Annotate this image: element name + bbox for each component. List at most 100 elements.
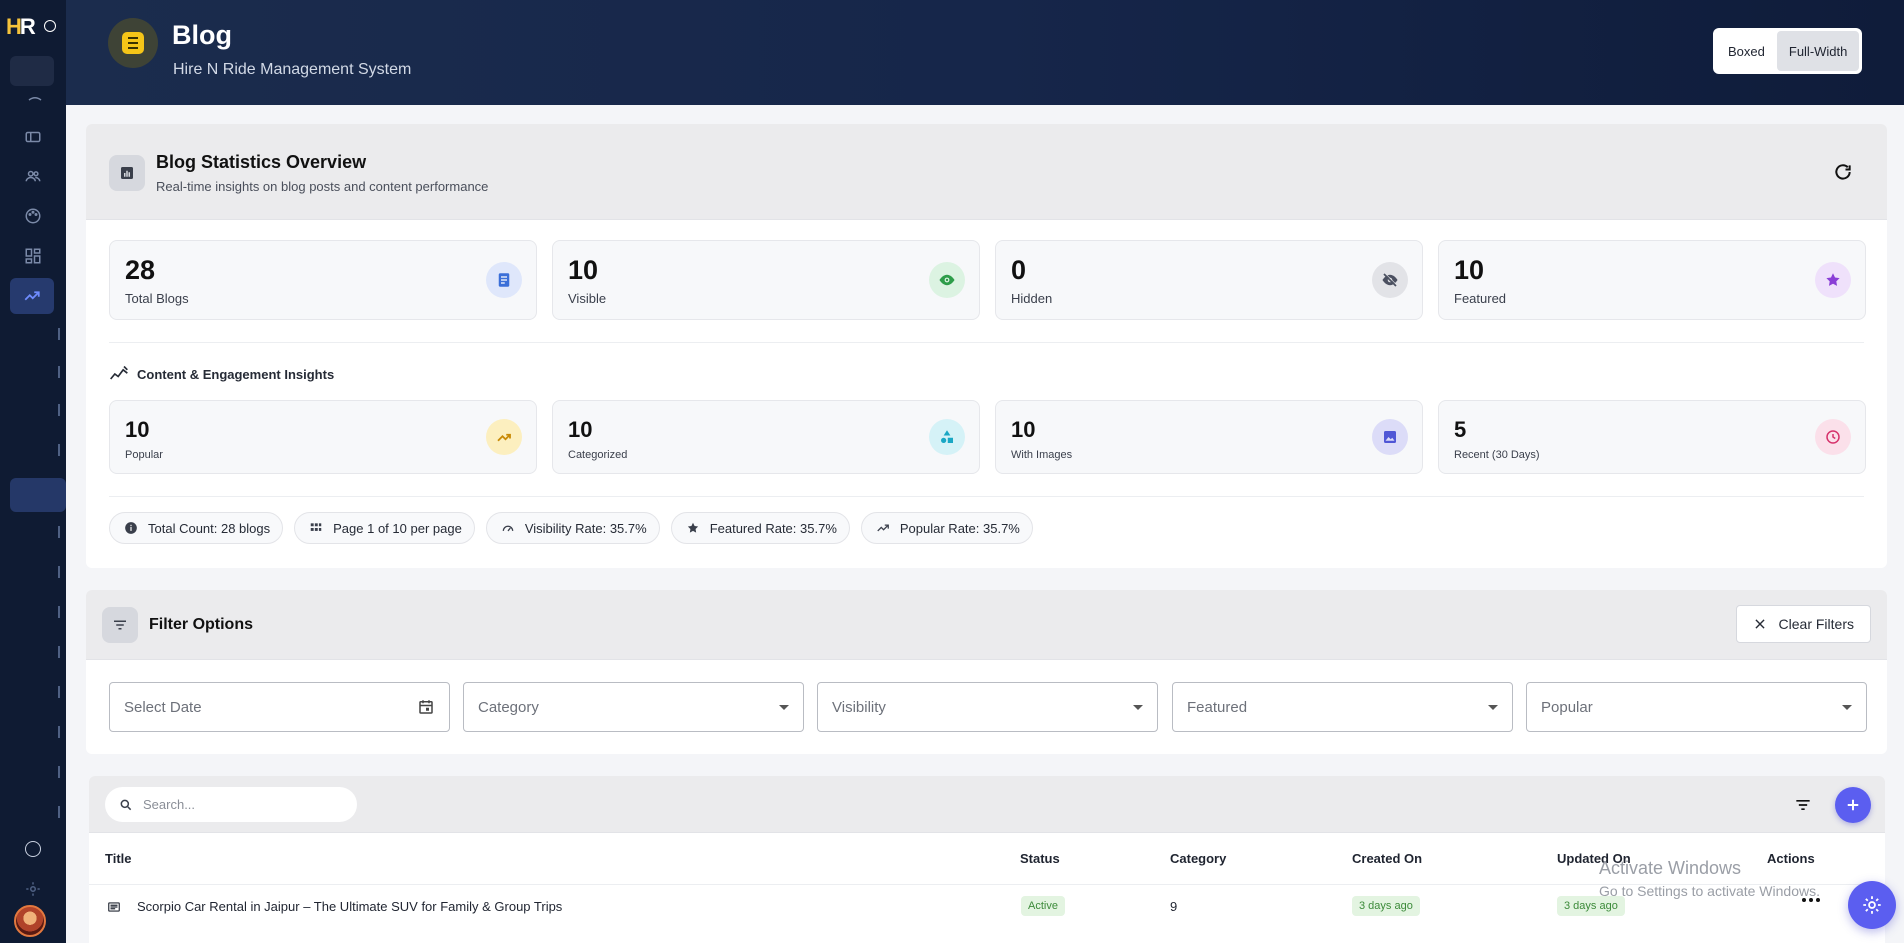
stats-subtitle: Real-time insights on blog posts and con…	[156, 179, 489, 194]
metric-categorized: 10 Categorized	[552, 400, 980, 474]
metric-value: 28	[125, 255, 156, 285]
popular-select[interactable]: Popular	[1526, 682, 1867, 732]
layout-full-width-button[interactable]: Full-Width	[1776, 31, 1860, 71]
chip-label: Popular Rate: 35.7%	[899, 520, 1020, 536]
column-header-category[interactable]: Category	[1170, 851, 1226, 866]
column-header-created-on[interactable]: Created On	[1352, 851, 1422, 866]
section-divider	[109, 496, 1864, 497]
info-icon	[125, 522, 137, 534]
refresh-icon[interactable]	[1833, 162, 1853, 182]
sidebar-subitem-marker	[58, 328, 66, 340]
chevron-down-icon	[1133, 704, 1143, 710]
layout-toggle: Boxed Full-Width	[1713, 28, 1863, 74]
insights-heading: Content & Engagement Insights	[109, 364, 334, 384]
date-placeholder: Select Date	[124, 698, 202, 716]
chip-visibility-rate: Visibility Rate: 35.7%	[485, 512, 660, 544]
status-badge: Active	[1021, 896, 1065, 916]
bike-icon[interactable]	[24, 92, 46, 114]
blog-header-icon	[108, 18, 158, 68]
clear-filters-button[interactable]: Clear Filters	[1735, 605, 1871, 643]
document-icon	[486, 262, 522, 298]
column-header-title[interactable]: Title	[105, 851, 132, 866]
chip-label: Total Count: 28 blogs	[148, 520, 271, 536]
featured-select[interactable]: Featured	[1172, 682, 1513, 732]
settings-dot-icon[interactable]	[25, 841, 41, 857]
watermark-line-2: Go to Settings to activate Windows.	[1599, 883, 1820, 899]
category-select[interactable]: Category	[463, 682, 804, 732]
metric-label: Hidden	[1011, 291, 1053, 306]
featured-placeholder: Featured	[1187, 698, 1248, 716]
palette-icon[interactable]	[22, 205, 44, 227]
metric-recent: 5 Recent (30 Days)	[1438, 400, 1866, 474]
dashboard-icon[interactable]	[22, 245, 44, 267]
metric-total-blogs: 28 Total Blogs	[109, 240, 537, 320]
table-toolbar	[89, 776, 1885, 833]
chip-featured-rate: Featured Rate: 35.7%	[670, 512, 850, 544]
row-category: 9	[1170, 899, 1178, 914]
visibility-placeholder: Visibility	[832, 698, 886, 716]
sidebar-item-blog[interactable]	[10, 478, 66, 512]
visibility-select[interactable]: Visibility	[817, 682, 1158, 732]
clear-filters-label: Clear Filters	[1778, 616, 1854, 632]
trending-up-icon	[486, 419, 522, 455]
trend-line-icon	[110, 365, 128, 380]
sidebar-subitem-marker	[58, 526, 66, 538]
gear-icon[interactable]	[22, 878, 44, 900]
sidebar-subitem-marker	[58, 566, 66, 578]
activate-windows-watermark: Activate Windows Go to Settings to activ…	[1599, 858, 1820, 899]
sidebar-collapse-toggle[interactable]	[44, 20, 56, 32]
image-icon	[1372, 419, 1408, 455]
logo-letter-h: H	[6, 14, 22, 39]
calendar-icon[interactable]	[417, 698, 435, 716]
app-logo[interactable]: HR	[6, 14, 36, 40]
gear-icon	[1863, 896, 1881, 914]
page-subtitle: Hire N Ride Management System	[173, 61, 412, 78]
chip-page-info: Page 1 of 10 per page	[294, 512, 475, 544]
user-avatar[interactable]	[14, 905, 46, 937]
ticket-icon[interactable]	[22, 126, 44, 148]
chevron-down-icon	[1842, 704, 1852, 710]
metric-label: Categorized	[568, 449, 628, 461]
popular-placeholder: Popular	[1541, 698, 1593, 716]
metric-value: 10	[568, 255, 599, 285]
search-box[interactable]	[105, 787, 357, 822]
chevron-down-icon	[1488, 704, 1498, 710]
metric-label: Total Blogs	[125, 291, 189, 306]
sidebar-item-analytics[interactable]	[10, 278, 54, 314]
date-filter-input[interactable]: Select Date	[109, 682, 450, 732]
sidebar: HR	[0, 0, 66, 943]
page-title: Blog	[172, 20, 232, 50]
row-title[interactable]: Scorpio Car Rental in Jaipur – The Ultim…	[137, 899, 562, 914]
logo-letter-r: R	[19, 14, 36, 39]
metric-label: Popular	[125, 449, 163, 461]
metric-value: 5	[1454, 417, 1467, 442]
settings-fab-button[interactable]	[1848, 881, 1896, 929]
filter-card-header: Filter Options Clear Filters	[86, 590, 1887, 660]
document-icon	[122, 32, 144, 54]
section-divider	[109, 342, 1864, 343]
chip-label: Featured Rate: 35.7%	[709, 520, 837, 536]
add-blog-button[interactable]	[1835, 787, 1871, 823]
metric-value: 10	[568, 417, 593, 442]
blog-statistics-card: Blog Statistics Overview Real-time insig…	[86, 124, 1887, 568]
column-header-status[interactable]: Status	[1020, 851, 1060, 866]
shapes-icon	[929, 419, 965, 455]
chip-popular-rate: Popular Rate: 35.7%	[860, 512, 1033, 544]
sidebar-search-pill[interactable]	[10, 56, 54, 86]
metric-value: 10	[125, 417, 150, 442]
chip-label: Visibility Rate: 35.7%	[524, 520, 647, 536]
close-icon	[1754, 619, 1765, 629]
users-icon[interactable]	[22, 165, 44, 187]
filter-list-icon[interactable]	[1793, 795, 1813, 815]
bar-chart-icon	[109, 155, 145, 191]
sidebar-subitem-marker	[58, 726, 66, 738]
chip-total-count: Total Count: 28 blogs	[109, 512, 284, 544]
metric-featured: 10 Featured	[1438, 240, 1866, 320]
search-input[interactable]	[143, 797, 333, 812]
insights-title: Content & Engagement Insights	[137, 366, 335, 382]
metric-hidden: 0 Hidden	[995, 240, 1423, 320]
layout-boxed-button[interactable]: Boxed	[1716, 31, 1777, 71]
metric-label: Recent (30 Days)	[1454, 449, 1540, 461]
star-icon	[687, 522, 698, 533]
filter-title: Filter Options	[149, 616, 253, 633]
